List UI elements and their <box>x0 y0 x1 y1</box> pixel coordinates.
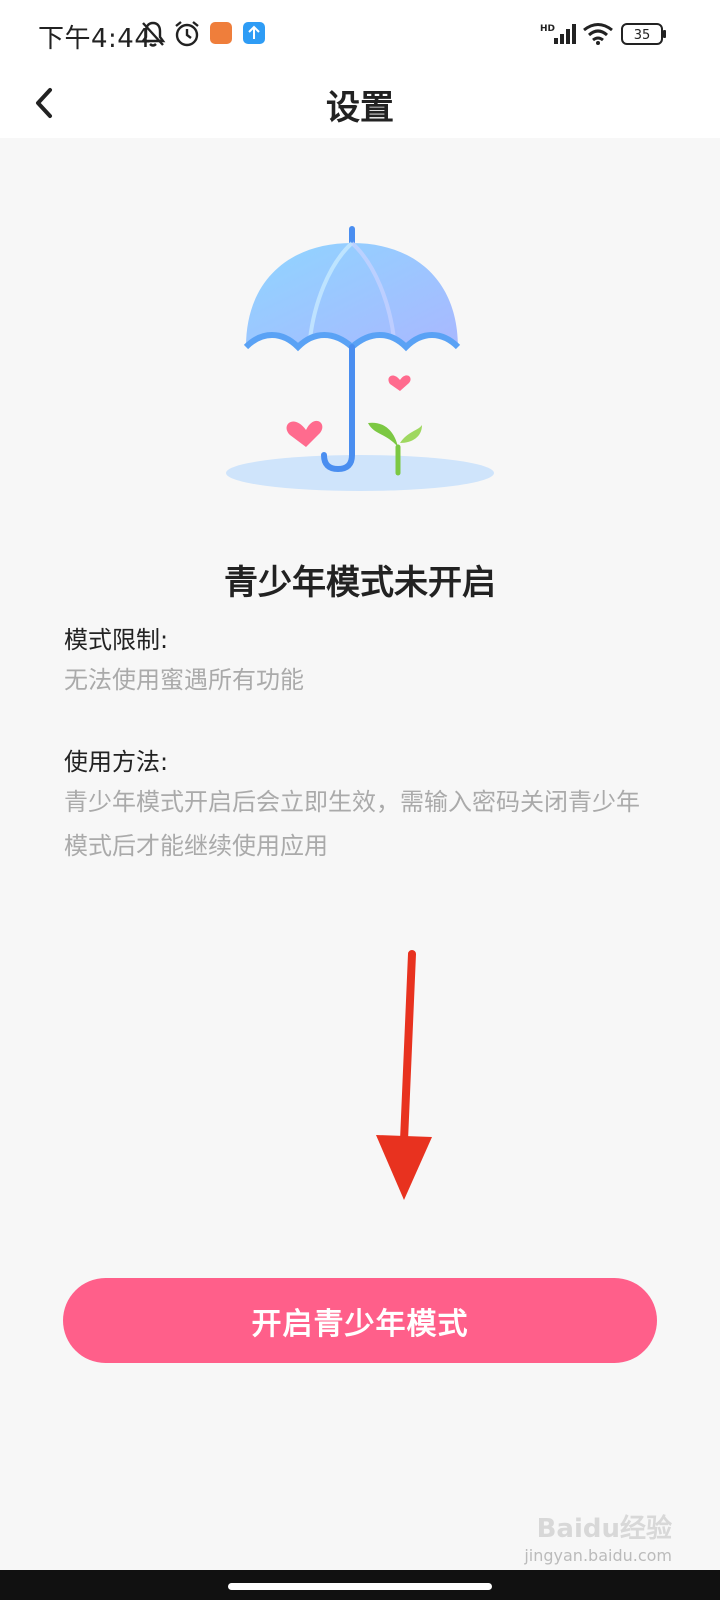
battery-icon: 35 <box>621 23 666 45</box>
usage-method-label: 使用方法: <box>64 748 169 776</box>
baidu-watermark-url: jingyan.baidu.com <box>524 1546 672 1565</box>
red-arrow-icon <box>376 950 432 1200</box>
upload-icon <box>243 22 265 44</box>
enable-teen-mode-button[interactable]: 开启青少年模式 <box>63 1278 657 1363</box>
ground-puddle <box>226 455 494 491</box>
umbrella-illustration <box>226 226 494 491</box>
hd-signal-icon: HD <box>540 24 576 44</box>
heart-icon <box>286 420 323 447</box>
status-time: 下午4:44 <box>38 24 152 54</box>
status-bar: 下午4:44 HD 35 <box>0 0 720 70</box>
umbrella-icon <box>246 243 458 347</box>
bell-off-icon <box>140 21 166 47</box>
mode-restriction-text: 无法使用蜜遇所有功能 <box>64 666 304 694</box>
app-notification-icon <box>210 22 232 44</box>
mode-restriction-label: 模式限制: <box>64 626 169 654</box>
sprout-icon <box>368 422 398 447</box>
signal-tag: HD <box>540 24 555 34</box>
alarm-icon <box>175 21 199 47</box>
page-title: 设置 <box>326 88 394 128</box>
home-indicator[interactable] <box>228 1583 492 1590</box>
nav-bar: 设置 <box>0 70 720 138</box>
heart-icon <box>388 375 411 391</box>
teen-mode-status-heading: 青少年模式未开启 <box>224 563 496 603</box>
battery-level: 35 <box>634 28 651 43</box>
usage-method-text: 青少年模式开启后会立即生效，需输入密码关闭青少年模式后才能继续使用应用 <box>64 788 640 860</box>
wifi-icon <box>583 23 613 45</box>
baidu-watermark: Baidu经验 <box>536 1514 672 1544</box>
